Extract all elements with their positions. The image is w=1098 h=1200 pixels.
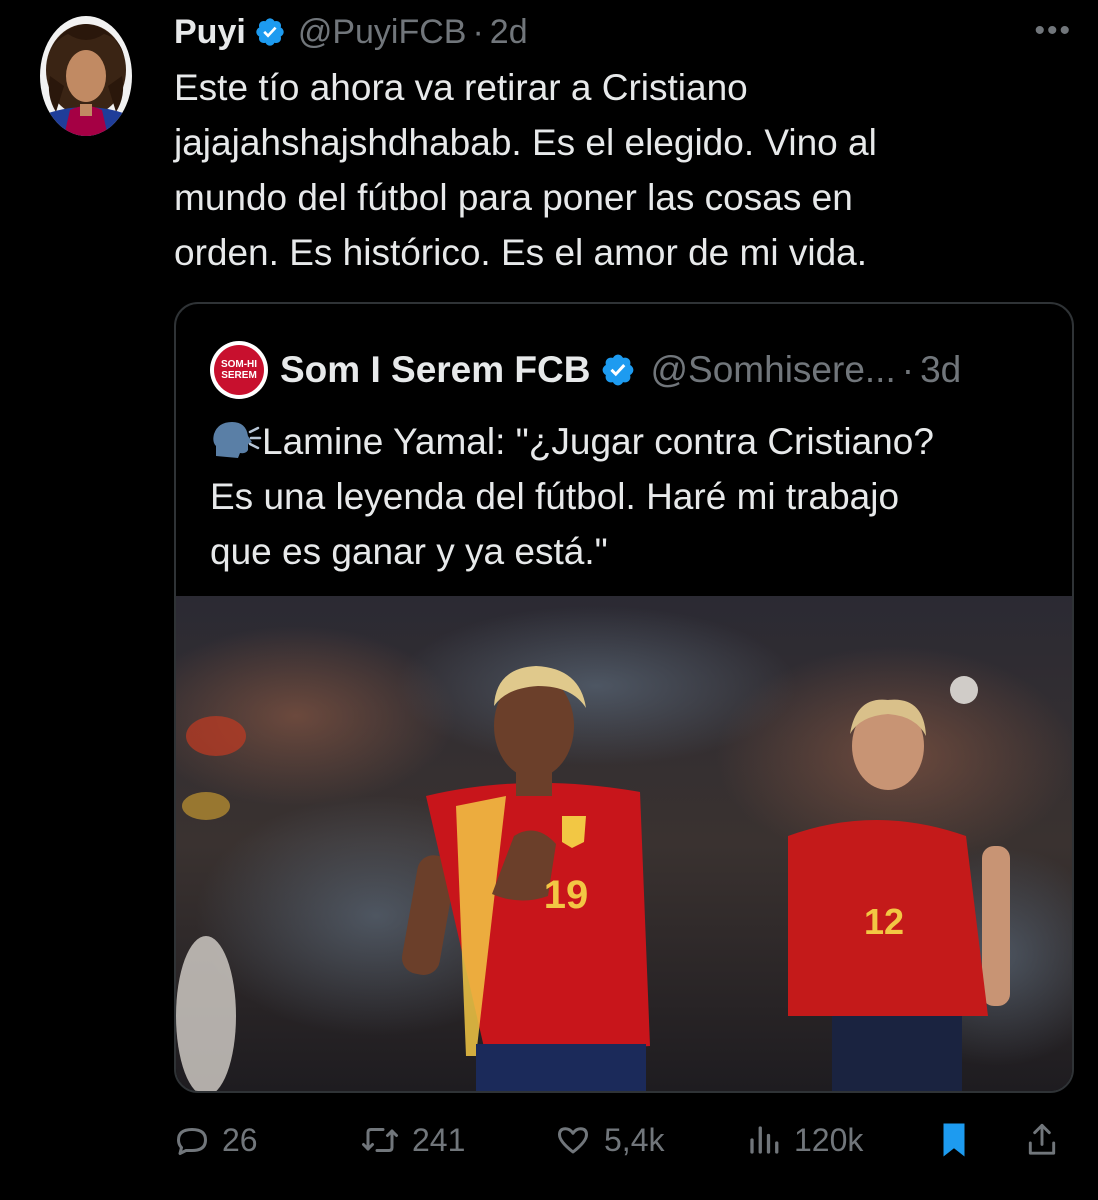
speaking-head-icon <box>210 420 262 460</box>
quoted-tweet-timestamp[interactable]: 3d <box>920 349 961 391</box>
quoted-tweet-text: Lamine Yamal: "¿Jugar contra Cristiano? … <box>210 414 1050 579</box>
tweet-text-line: Este tío ahora va retirar a Cristiano <box>174 67 748 108</box>
quoted-author-handle[interactable]: @Somhisere... <box>650 349 895 391</box>
quoted-text-line: Lamine Yamal: "¿Jugar contra Cristiano? <box>210 414 1050 469</box>
reply-icon <box>177 1128 207 1155</box>
separator-dot: · <box>901 349 915 390</box>
bookmark-filled-icon <box>943 1123 965 1157</box>
like-count: 5,4k <box>604 1121 665 1158</box>
repost-count: 241 <box>412 1121 466 1158</box>
views-icon <box>750 1126 779 1154</box>
separator-dot: · <box>472 12 484 51</box>
verified-badge-icon <box>600 352 636 388</box>
jersey-number: 19 <box>544 873 589 917</box>
quoted-tweet-photo[interactable]: 12 19 <box>176 596 1072 1091</box>
views-count: 120k <box>794 1121 864 1158</box>
avatar-logo-text: SEREM <box>221 370 257 381</box>
quoted-tweet[interactable]: SOM-HI SEREM Som I Serem FCB @Somhisere.… <box>174 302 1074 1093</box>
avatar-logo: SOM-HI SEREM <box>214 345 264 395</box>
verified-badge-icon <box>254 16 286 48</box>
quoted-text-line: Es una leyenda del fútbol. Haré mi traba… <box>210 476 900 517</box>
tweet-text-line: orden. Es histórico. Es el amor de mi vi… <box>174 232 868 273</box>
tweet-timestamp[interactable]: 2d <box>490 13 528 52</box>
like-button[interactable]: 5,4k <box>554 1112 664 1168</box>
tweet-text-line: mundo del fútbol para poner las cosas en <box>174 177 853 218</box>
quoted-text-line: que es ganar y ya está." <box>210 531 608 572</box>
quoted-text-content: Lamine Yamal: "¿Jugar contra Cristiano? <box>262 421 934 462</box>
tweet-text-line: jajajahshajshdhabab. Es el elegido. Vino… <box>174 122 877 163</box>
author-handle[interactable]: @PuyiFCB <box>298 13 467 52</box>
tweet-text: Este tío ahora va retirar a Cristiano ja… <box>174 60 1054 280</box>
repost-icon <box>362 1128 398 1152</box>
jersey-number: 12 <box>864 901 904 942</box>
bookmark-button[interactable] <box>936 1112 984 1168</box>
quoted-tweet-header: SOM-HI SEREM Som I Serem FCB @Somhisere.… <box>210 341 961 399</box>
tweet[interactable]: Puyi @PuyiFCB · 2d ••• Este tío ahora va… <box>0 0 1098 1200</box>
author-avatar[interactable] <box>40 16 132 136</box>
repost-button[interactable]: 241 <box>360 1112 465 1168</box>
heart-icon <box>558 1127 588 1154</box>
author-display-name[interactable]: Puyi <box>174 13 246 52</box>
avatar-logo-text: SOM-HI <box>220 359 258 370</box>
quoted-author-avatar[interactable]: SOM-HI SEREM <box>210 341 268 399</box>
tweet-header: Puyi @PuyiFCB · 2d <box>174 12 528 52</box>
tweet-actions-bar: 26 241 5,4k 120k <box>174 1112 1074 1168</box>
views-button[interactable]: 120k <box>746 1112 863 1168</box>
more-options-icon[interactable]: ••• <box>1034 14 1072 48</box>
reply-button[interactable]: 26 <box>174 1112 258 1168</box>
share-icon <box>1028 1123 1056 1155</box>
reply-count: 26 <box>222 1121 258 1158</box>
share-button[interactable] <box>1024 1112 1072 1168</box>
quoted-author-display-name[interactable]: Som I Serem FCB <box>280 349 590 391</box>
